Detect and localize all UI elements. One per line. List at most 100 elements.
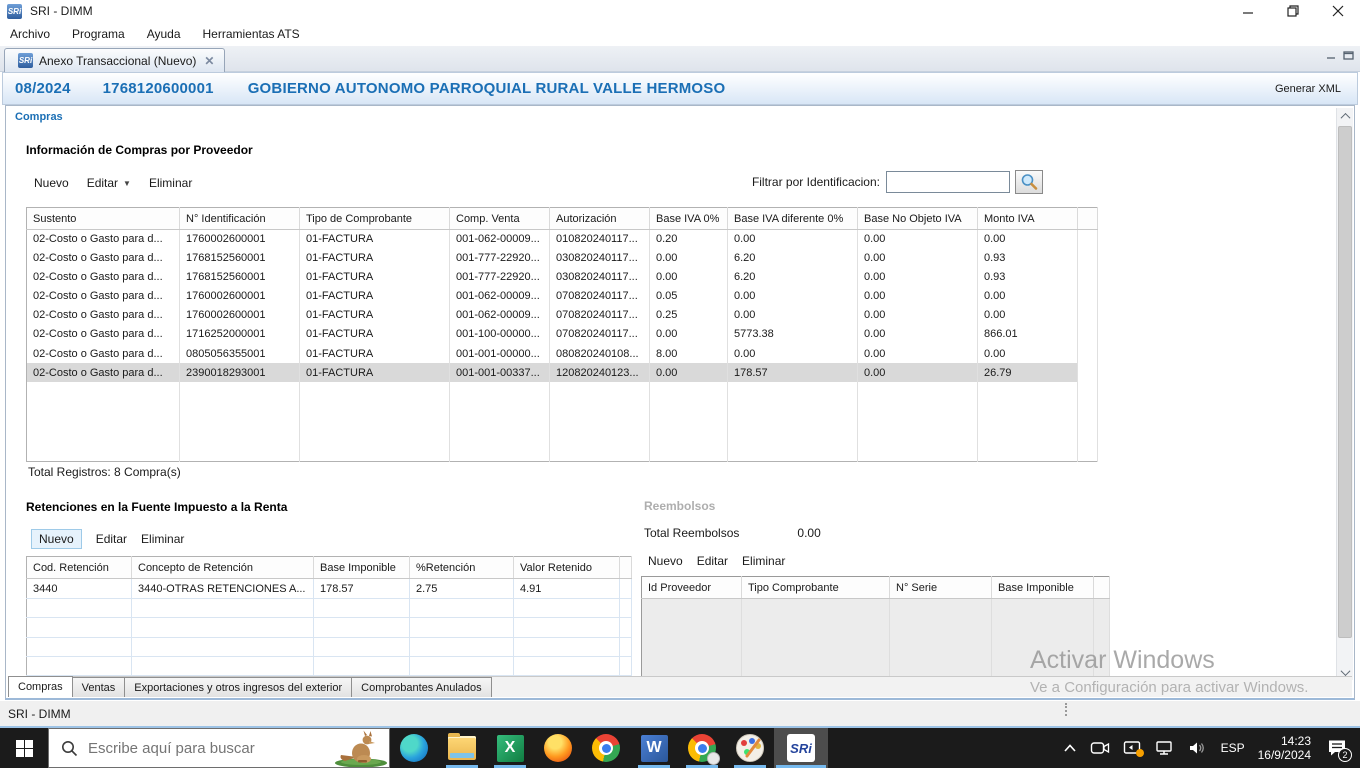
clock[interactable]: 14:23 16/9/2024: [1258, 734, 1311, 762]
table-cell[interactable]: 2390018293001: [180, 363, 300, 382]
volume-icon[interactable]: [1188, 740, 1208, 756]
filter-input[interactable]: [886, 171, 1010, 193]
table-cell[interactable]: 070820240117...: [550, 306, 650, 325]
table-cell[interactable]: 0.00: [650, 268, 728, 287]
table-cell[interactable]: 010820240117...: [550, 230, 650, 249]
table-cell[interactable]: 02-Costo o Gasto para d...: [27, 230, 180, 249]
table-cell[interactable]: 3440: [27, 579, 132, 599]
taskbar-excel[interactable]: X: [486, 728, 534, 768]
col-sustento[interactable]: Sustento: [27, 208, 180, 230]
table-cell[interactable]: 120820240123...: [550, 363, 650, 382]
table-cell[interactable]: 0805056355001: [180, 344, 300, 363]
ret-eliminar-button[interactable]: Eliminar: [141, 532, 184, 546]
col-identificacion[interactable]: N° Identificación: [180, 208, 300, 230]
col-tipo-comprobante[interactable]: Tipo Comprobante: [742, 577, 890, 599]
table-cell[interactable]: 6.20: [728, 268, 858, 287]
taskbar-paint[interactable]: [726, 728, 774, 768]
table-cell[interactable]: 0.00: [728, 344, 858, 363]
table-cell[interactable]: 0.05: [650, 287, 728, 306]
table-cell[interactable]: 0.00: [858, 249, 978, 268]
search-input[interactable]: [88, 740, 331, 757]
scroll-up-icon[interactable]: [1337, 108, 1354, 124]
table-cell[interactable]: 866.01: [978, 325, 1078, 344]
taskbar-sri-dimm[interactable]: SRi: [774, 728, 828, 768]
taskbar-chrome[interactable]: [582, 728, 630, 768]
table-cell[interactable]: 01-FACTURA: [300, 306, 450, 325]
panel-minimize-icon[interactable]: [1326, 50, 1337, 61]
taskbar-chrome-profile[interactable]: [678, 728, 726, 768]
taskbar-file-explorer[interactable]: [438, 728, 486, 768]
col-tipo-comprobante[interactable]: Tipo de Comprobante: [300, 208, 450, 230]
table-row[interactable]: 02-Costo o Gasto para d...17600026000010…: [27, 287, 1098, 306]
table-row[interactable]: 34403440-OTRAS RETENCIONES A...178.572.7…: [27, 579, 632, 599]
col-base-imponible[interactable]: Base Imponible: [314, 557, 410, 579]
col-autorizacion[interactable]: Autorización: [550, 208, 650, 230]
search-button[interactable]: [1015, 170, 1043, 194]
table-cell[interactable]: 001-001-00337...: [450, 363, 550, 382]
table-cell[interactable]: 6.20: [728, 249, 858, 268]
table-row[interactable]: 02-Costo o Gasto para d...08050563550010…: [27, 344, 1098, 363]
menu-archivo[interactable]: Archivo: [10, 27, 50, 41]
table-cell[interactable]: 178.57: [728, 363, 858, 382]
close-button[interactable]: [1315, 0, 1360, 22]
table-cell[interactable]: 178.57: [314, 579, 410, 599]
tab-compras[interactable]: Compras: [8, 676, 73, 697]
table-cell[interactable]: 02-Costo o Gasto para d...: [27, 344, 180, 363]
menu-programa[interactable]: Programa: [72, 27, 125, 41]
col-comp-venta[interactable]: Comp. Venta: [450, 208, 550, 230]
tray-chevron-up-icon[interactable]: [1063, 743, 1077, 753]
minimize-button[interactable]: [1225, 0, 1270, 22]
vertical-scrollbar[interactable]: [1336, 108, 1353, 680]
panel-maximize-icon[interactable]: [1343, 50, 1354, 61]
table-cell[interactable]: 0.00: [858, 363, 978, 382]
reemb-eliminar-button[interactable]: Eliminar: [742, 554, 785, 568]
tab-anexo-transaccional[interactable]: SRi Anexo Transaccional (Nuevo) ✕: [4, 48, 225, 72]
table-cell[interactable]: 1768152560001: [180, 249, 300, 268]
table-cell[interactable]: 0.00: [728, 230, 858, 249]
table-row[interactable]: 02-Costo o Gasto para d...23900182930010…: [27, 363, 1098, 382]
table-cell[interactable]: 02-Costo o Gasto para d...: [27, 306, 180, 325]
table-cell[interactable]: 030820240117...: [550, 249, 650, 268]
table-cell[interactable]: 01-FACTURA: [300, 344, 450, 363]
table-cell[interactable]: 5773.38: [728, 325, 858, 344]
table-cell[interactable]: 0.00: [858, 230, 978, 249]
table-cell[interactable]: 01-FACTURA: [300, 268, 450, 287]
table-cell[interactable]: 01-FACTURA: [300, 325, 450, 344]
table-cell[interactable]: 0.00: [650, 325, 728, 344]
update-status-icon[interactable]: [1123, 740, 1142, 756]
table-cell[interactable]: 0.00: [728, 287, 858, 306]
table-cell[interactable]: 0.00: [728, 306, 858, 325]
col-serie[interactable]: N° Serie: [890, 577, 992, 599]
table-cell[interactable]: 1760002600001: [180, 287, 300, 306]
table-cell[interactable]: 8.00: [650, 344, 728, 363]
table-row[interactable]: 02-Costo o Gasto para d...1760002600001 0…: [27, 230, 1098, 249]
table-cell[interactable]: 0.00: [858, 325, 978, 344]
table-row[interactable]: 02-Costo o Gasto para d...17681525600010…: [27, 249, 1098, 268]
menu-herramientas-ats[interactable]: Herramientas ATS: [203, 27, 300, 41]
table-row[interactable]: 02-Costo o Gasto para d...17600026000010…: [27, 306, 1098, 325]
reemb-editar-button[interactable]: Editar: [697, 554, 728, 568]
table-cell[interactable]: 4.91: [514, 579, 620, 599]
restore-button[interactable]: [1270, 0, 1315, 22]
table-cell[interactable]: 1768152560001: [180, 268, 300, 287]
table-cell[interactable]: 1716252000001: [180, 325, 300, 344]
action-center-button[interactable]: 2: [1324, 735, 1350, 761]
col-base-iva-0[interactable]: Base IVA 0%: [650, 208, 728, 230]
taskbar-search[interactable]: [48, 728, 390, 768]
editar-button[interactable]: Editar▼: [87, 176, 131, 190]
table-cell[interactable]: 080820240108...: [550, 344, 650, 363]
table-cell[interactable]: 0.00: [858, 287, 978, 306]
ret-nuevo-button[interactable]: Nuevo: [31, 529, 82, 549]
scrollbar-thumb[interactable]: [1338, 126, 1352, 638]
nuevo-button[interactable]: Nuevo: [34, 176, 69, 190]
table-cell[interactable]: 0.20: [650, 230, 728, 249]
col-monto-iva[interactable]: Monto IVA: [978, 208, 1078, 230]
table-cell[interactable]: 0.00: [650, 363, 728, 382]
taskbar-firefox[interactable]: [534, 728, 582, 768]
table-cell[interactable]: 0.00: [650, 249, 728, 268]
table-cell[interactable]: 1760002600001: [180, 230, 300, 249]
menu-ayuda[interactable]: Ayuda: [147, 27, 181, 41]
table-cell[interactable]: 3440-OTRAS RETENCIONES A...: [132, 579, 314, 599]
col-base-iva-dif[interactable]: Base IVA diferente 0%: [728, 208, 858, 230]
table-cell[interactable]: 01-FACTURA: [300, 287, 450, 306]
